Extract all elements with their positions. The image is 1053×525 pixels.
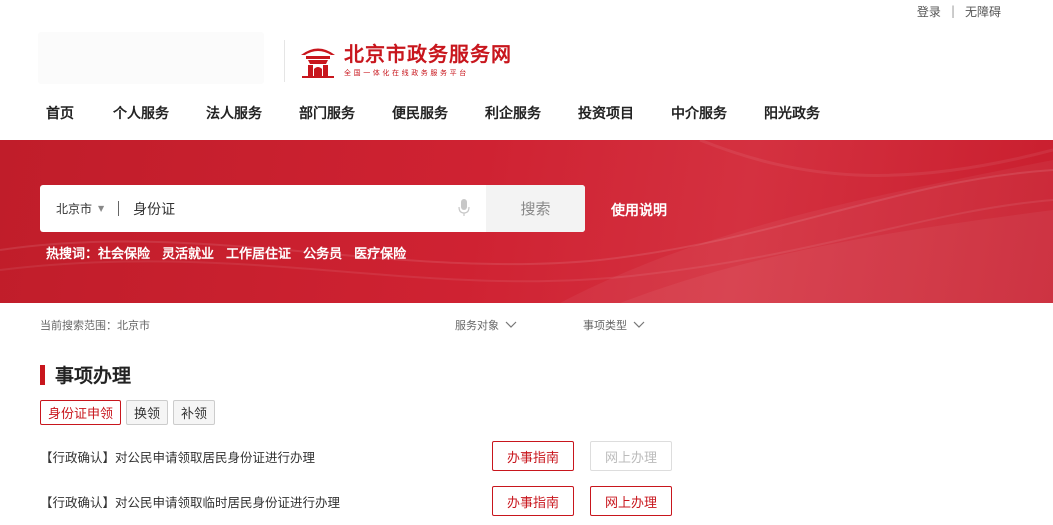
site-subtitle: 全国一体化在线政务服务平台 (344, 69, 469, 77)
hot-word-flexible-employment[interactable]: 灵活就业 (162, 243, 214, 262)
hot-word-civil-servant[interactable]: 公务员 (303, 243, 342, 262)
item-title[interactable]: 【行政确认】对公民申请领取临时居民身份证进行办理 (40, 492, 340, 511)
hot-word-medical-insurance[interactable]: 医疗保险 (354, 243, 406, 262)
list-item: 【行政确认】对公民申请领取临时居民身份证进行办理 办事指南 网上办理 (40, 486, 680, 516)
chevron-down-icon (505, 321, 517, 328)
hot-word-social-insurance[interactable]: 社会保险 (98, 243, 150, 262)
nav-home[interactable]: 首页 (46, 103, 113, 123)
tag-renewal[interactable]: 换领 (126, 400, 169, 425)
nav-corporate-services[interactable]: 法人服务 (206, 103, 299, 123)
microphone-icon[interactable] (458, 199, 470, 217)
main-nav: 首页 个人服务 法人服务 部门服务 便民服务 利企服务 投资项目 中介服务 阳光… (46, 103, 820, 123)
top-utility-bar: 登录 | 无障碍 (917, 0, 1001, 22)
item-title[interactable]: 【行政确认】对公民申请领取居民身份证进行办理 (40, 447, 315, 466)
hot-search-words: 热搜词： 社会保险 灵活就业 工作居住证 公务员 医疗保险 (46, 243, 418, 262)
sub-item-tags: 身份证申领 换领 补领 (40, 400, 220, 425)
section-title: 事项办理 (55, 365, 132, 387)
nav-business-services[interactable]: 利企服务 (485, 103, 578, 123)
search-button[interactable]: 搜索 (486, 185, 585, 232)
item-type-filter-label: 事项类型 (583, 319, 627, 332)
section-header: 事项办理 (40, 361, 131, 388)
city-selector[interactable]: 北京市 ▼ (56, 200, 104, 217)
online-handling-button: 网上办理 (590, 441, 672, 471)
site-brand[interactable]: 北京市政务服务网 全国一体化在线政务服务平台 (298, 40, 512, 80)
chevron-down-icon (633, 321, 645, 328)
city-selector-label: 北京市 (56, 202, 93, 216)
hot-word-work-residence-permit[interactable]: 工作居住证 (226, 243, 291, 262)
nav-intermediary-services[interactable]: 中介服务 (671, 103, 764, 123)
search-divider (118, 201, 120, 216)
tiananmen-emblem-icon (301, 48, 335, 78)
search-input[interactable] (133, 200, 434, 217)
tag-replacement[interactable]: 补领 (173, 400, 216, 425)
list-item: 【行政确认】对公民申请领取居民身份证进行办理 办事指南 网上办理 (40, 441, 680, 471)
login-link[interactable]: 登录 (917, 3, 941, 20)
service-guide-button[interactable]: 办事指南 (492, 486, 574, 516)
nav-convenience-services[interactable]: 便民服务 (392, 103, 485, 123)
nav-investment-projects[interactable]: 投资项目 (578, 103, 671, 123)
search-box: 北京市 ▼ 搜索 (40, 185, 585, 232)
left-logo-placeholder (38, 32, 264, 84)
logo-divider (284, 40, 285, 82)
tag-id-card-application[interactable]: 身份证申领 (40, 400, 122, 425)
topbar-separator: | (950, 4, 955, 18)
service-object-filter[interactable]: 服务对象 (455, 317, 517, 333)
service-guide-button[interactable]: 办事指南 (492, 441, 574, 471)
nav-personal-services[interactable]: 个人服务 (113, 103, 206, 123)
service-object-filter-label: 服务对象 (455, 319, 499, 332)
accessibility-link[interactable]: 无障碍 (965, 3, 1001, 20)
section-accent-bar (40, 364, 45, 385)
caret-down-icon: ▼ (98, 204, 105, 213)
usage-instructions-link[interactable]: 使用说明 (611, 200, 667, 220)
item-type-filter[interactable]: 事项类型 (583, 317, 645, 333)
nav-department-services[interactable]: 部门服务 (299, 103, 392, 123)
online-handling-button[interactable]: 网上办理 (590, 486, 672, 516)
search-scope: 当前搜索范围：北京市 (40, 319, 150, 332)
nav-open-government[interactable]: 阳光政务 (764, 103, 820, 123)
site-title: 北京市政务服务网 (344, 42, 512, 66)
hot-search-label: 热搜词： (46, 247, 99, 262)
